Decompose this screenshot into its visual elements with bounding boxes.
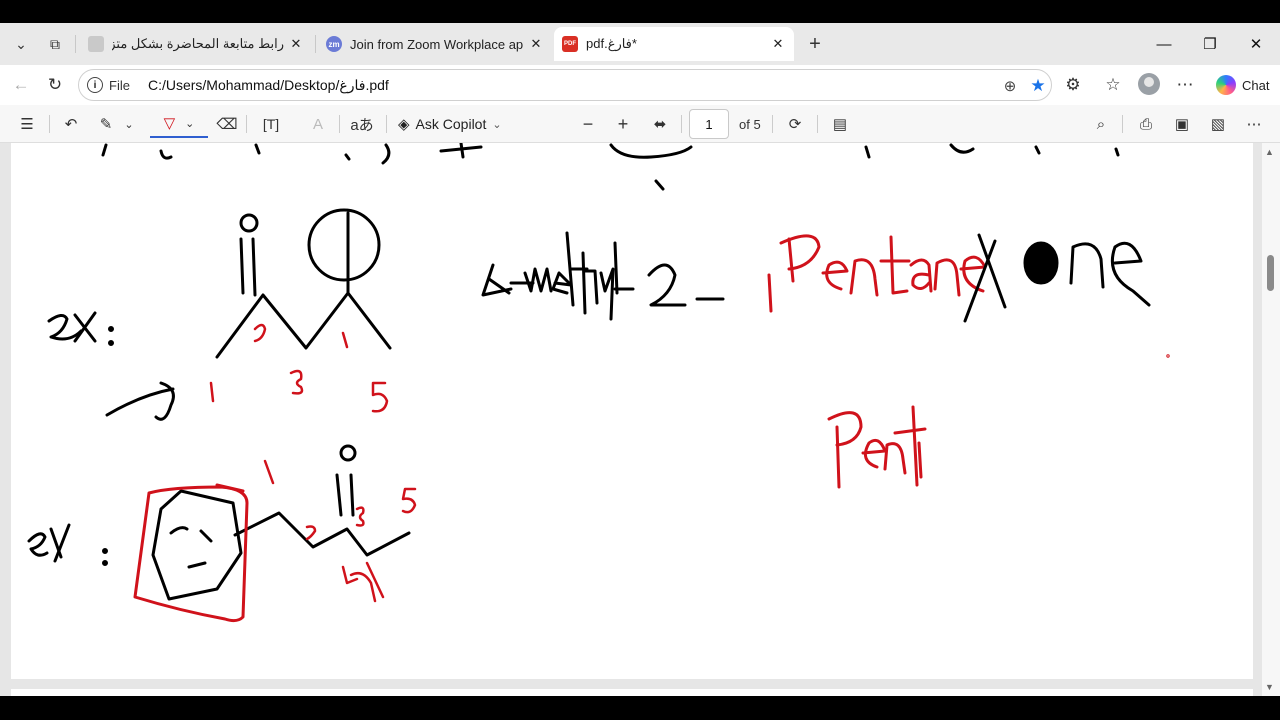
toolbar-separator [1122, 115, 1123, 133]
pdf-page-next [11, 689, 1253, 696]
address-bar[interactable]: i File C:/Users/Mohammad/Desktop/فارغ.pd… [78, 69, 1052, 101]
highlight-icon[interactable]: ✎ [92, 110, 120, 138]
close-tab-icon[interactable]: ✕ [770, 36, 786, 52]
screen-top-border [0, 0, 1280, 23]
more-options-icon[interactable]: ⋯ [1240, 110, 1268, 138]
toolbar-separator [681, 115, 682, 133]
toolbar-separator [386, 115, 387, 133]
scroll-down-icon[interactable]: ▼ [1265, 682, 1274, 692]
ink-top-fragments [101, 143, 1120, 191]
draw-pen-icon: ▽ [163, 115, 176, 132]
copilot-outline-icon: ◈ [398, 116, 410, 133]
fit-width-icon[interactable]: ⬌ [646, 110, 674, 138]
extensions-icon[interactable]: ⚙ [1058, 70, 1088, 100]
save-icon[interactable]: ▣ [1168, 110, 1196, 138]
back-arrow-icon[interactable]: ← [6, 70, 36, 100]
page-total-label: of 5 [739, 117, 761, 132]
structure-2-numbers [263, 459, 417, 603]
contents-list-icon[interactable]: ☰ [13, 110, 41, 138]
refresh-icon[interactable]: ↻ [40, 70, 70, 100]
close-window-button[interactable]: ✕ [1233, 23, 1279, 65]
tab-pdf[interactable]: PDF *فارغ.pdf ✕ [554, 27, 794, 61]
pdf-page[interactable] [11, 143, 1253, 679]
highlight-chevron-icon[interactable]: ⌄ [120, 110, 138, 138]
tab-strip: ⌄ ⧉ رابط متابعة المحاضرة بشكل متزامن ✕ z… [0, 23, 1280, 65]
zoom-icon: zm [326, 36, 342, 52]
ex-label-2-ink [27, 523, 108, 566]
eraser-icon[interactable]: ⌫ [213, 110, 241, 138]
tab-title: رابط متابعة المحاضرة بشكل متزامن [112, 36, 284, 51]
browser-window: ⌄ ⧉ رابط متابعة المحاضرة بشكل متزامن ✕ z… [0, 23, 1280, 696]
name-pentan-red-ink [767, 234, 987, 313]
print-icon[interactable]: ⎙ [1132, 110, 1160, 138]
structure-2-red-box [133, 483, 249, 623]
ink-dot [1166, 354, 1170, 358]
draw-chevron-icon: ⌄ [185, 117, 195, 130]
plus-icon[interactable]: + [800, 30, 830, 58]
handwritten-ink-layer [27, 143, 1170, 623]
scheme-label: File [109, 77, 130, 93]
add-text-icon[interactable]: [T] [257, 110, 285, 138]
read-aloud-icon: A [312, 115, 323, 133]
more-menu-icon[interactable]: ⋯ [1170, 70, 1200, 100]
workspaces-icon[interactable]: ⧉ [40, 30, 70, 58]
tab-title: Join from Zoom Workplace app - Z [350, 36, 524, 52]
arrow-ink [105, 381, 175, 421]
copilot-icon [1216, 75, 1236, 95]
page-view-icon[interactable]: ▤ [826, 110, 854, 138]
minimize-button[interactable]: — [1141, 23, 1187, 65]
toolbar-separator [772, 115, 773, 133]
structure-2-ink [151, 444, 411, 601]
screen-bottom-border [0, 696, 1280, 720]
structure-1-ink [215, 208, 392, 359]
correction-pent-ink [827, 405, 927, 489]
zoom-in-icon[interactable]: + [609, 110, 637, 138]
toolbar-separator [339, 115, 340, 133]
scroll-up-icon[interactable]: ▲ [1265, 147, 1274, 157]
address-bar-row: ← ↻ i File C:/Users/Mohammad/Desktop/فار… [0, 65, 1280, 105]
url-text[interactable]: C:/Users/Mohammad/Desktop/فارغ.pdf [148, 77, 389, 94]
tab-title: *فارغ.pdf [586, 36, 637, 51]
strike-cross-ink [963, 233, 1007, 323]
name-one-ink [1023, 241, 1151, 307]
pdf-toolbar: ☰ ↶ ✎ ⌄ ▽ ⌄ ⌫ [T] A aあ ◈ Ask Copilot ⌄ −… [0, 105, 1280, 143]
pdf-icon: PDF [562, 36, 578, 52]
tab-zoom[interactable]: zm Join from Zoom Workplace app - Z ✕ [318, 27, 552, 61]
ask-copilot-button[interactable]: ◈ Ask Copilot ⌄ [398, 110, 502, 138]
restore-button[interactable]: ❐ [1187, 23, 1233, 65]
toolbar-separator [817, 115, 818, 133]
pdf-viewer[interactable] [0, 143, 1262, 696]
favorite-star-icon[interactable]: ★ [1025, 74, 1051, 98]
toolbar-separator [49, 115, 50, 133]
ask-copilot-label: Ask Copilot [415, 116, 487, 132]
tab-actions-chevron-icon[interactable]: ⌄ [6, 30, 36, 58]
page-number-input[interactable]: 1 [689, 109, 729, 139]
tab-separator [315, 35, 316, 53]
favorites-icon[interactable]: ☆ [1098, 70, 1128, 100]
zoom-out-icon[interactable]: − [574, 110, 602, 138]
ex-label-1-ink [47, 311, 114, 346]
chat-label: Chat [1242, 77, 1270, 93]
search-icon[interactable]: ⌕ [1087, 110, 1115, 138]
scroll-thumb[interactable] [1267, 255, 1274, 291]
rotate-icon[interactable]: ⟳ [781, 110, 809, 138]
name-text-ink [481, 231, 725, 321]
toolbar-separator [246, 115, 247, 133]
vertical-scrollbar[interactable]: ▲ ▼ [1262, 143, 1280, 696]
tab-lecture-link[interactable]: رابط متابعة المحاضرة بشكل متزامن ✕ [80, 27, 312, 61]
zoom-magnifier-icon[interactable]: ⊕ [997, 74, 1023, 98]
page-icon [88, 36, 104, 52]
translate-icon[interactable]: aあ [348, 110, 376, 138]
chevron-down-icon: ⌄ [492, 118, 502, 131]
undo-icon[interactable]: ↶ [57, 110, 85, 138]
draw-tool-button[interactable]: ▽ ⌄ [150, 110, 208, 138]
close-tab-icon[interactable]: ✕ [288, 36, 304, 52]
info-icon[interactable]: i [87, 77, 103, 93]
save-as-icon[interactable]: ▧ [1204, 110, 1232, 138]
profile-avatar[interactable] [1138, 73, 1160, 95]
copilot-chat-button[interactable]: Chat [1206, 70, 1279, 100]
tab-separator [75, 35, 76, 53]
close-tab-icon[interactable]: ✕ [528, 36, 544, 52]
